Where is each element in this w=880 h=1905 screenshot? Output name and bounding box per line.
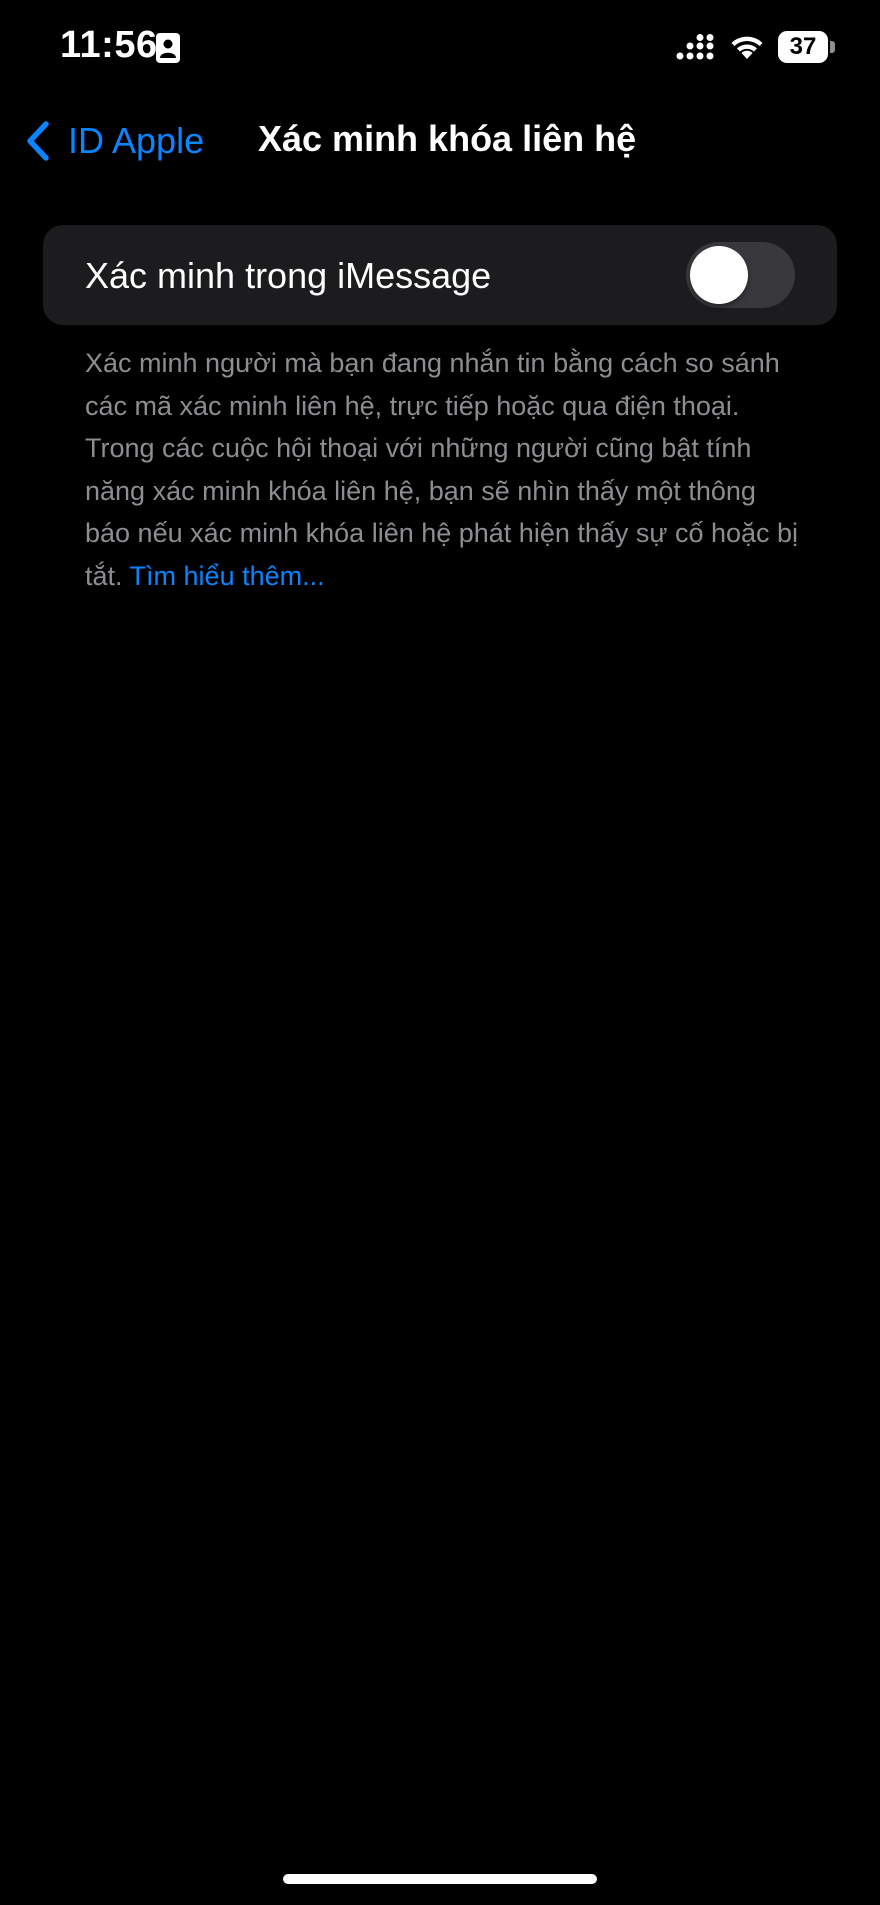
back-button[interactable]: ID Apple: [24, 116, 204, 166]
wifi-icon: [731, 36, 763, 59]
status-time: 11:56: [60, 24, 158, 66]
toggle-knob: [690, 246, 748, 304]
imessage-verification-label: Xác minh trong iMessage: [85, 255, 492, 296]
signal-icon: [676, 34, 714, 60]
contact-card-icon: [156, 33, 180, 63]
battery-icon: 37: [778, 31, 836, 63]
verification-description: Xác minh người mà bạn đang nhắn tin bằng…: [85, 342, 805, 597]
battery-level: 37: [778, 31, 828, 63]
learn-more-link[interactable]: Tìm hiểu thêm...: [130, 561, 325, 591]
status-bar: 11:56 37: [0, 0, 880, 100]
imessage-verification-toggle[interactable]: [686, 242, 795, 308]
imessage-verification-row: Xác minh trong iMessage: [43, 225, 837, 325]
navigation-bar: ID Apple Xác minh khóa liên hệ: [0, 100, 880, 180]
back-button-label: ID Apple: [68, 120, 205, 161]
description-text: Xác minh người mà bạn đang nhắn tin bằng…: [85, 348, 799, 591]
home-indicator: [283, 1874, 597, 1884]
page-title: Xác minh khóa liên hệ: [258, 118, 637, 159]
battery-cap: [830, 41, 835, 53]
chevron-left-icon: [27, 121, 49, 161]
